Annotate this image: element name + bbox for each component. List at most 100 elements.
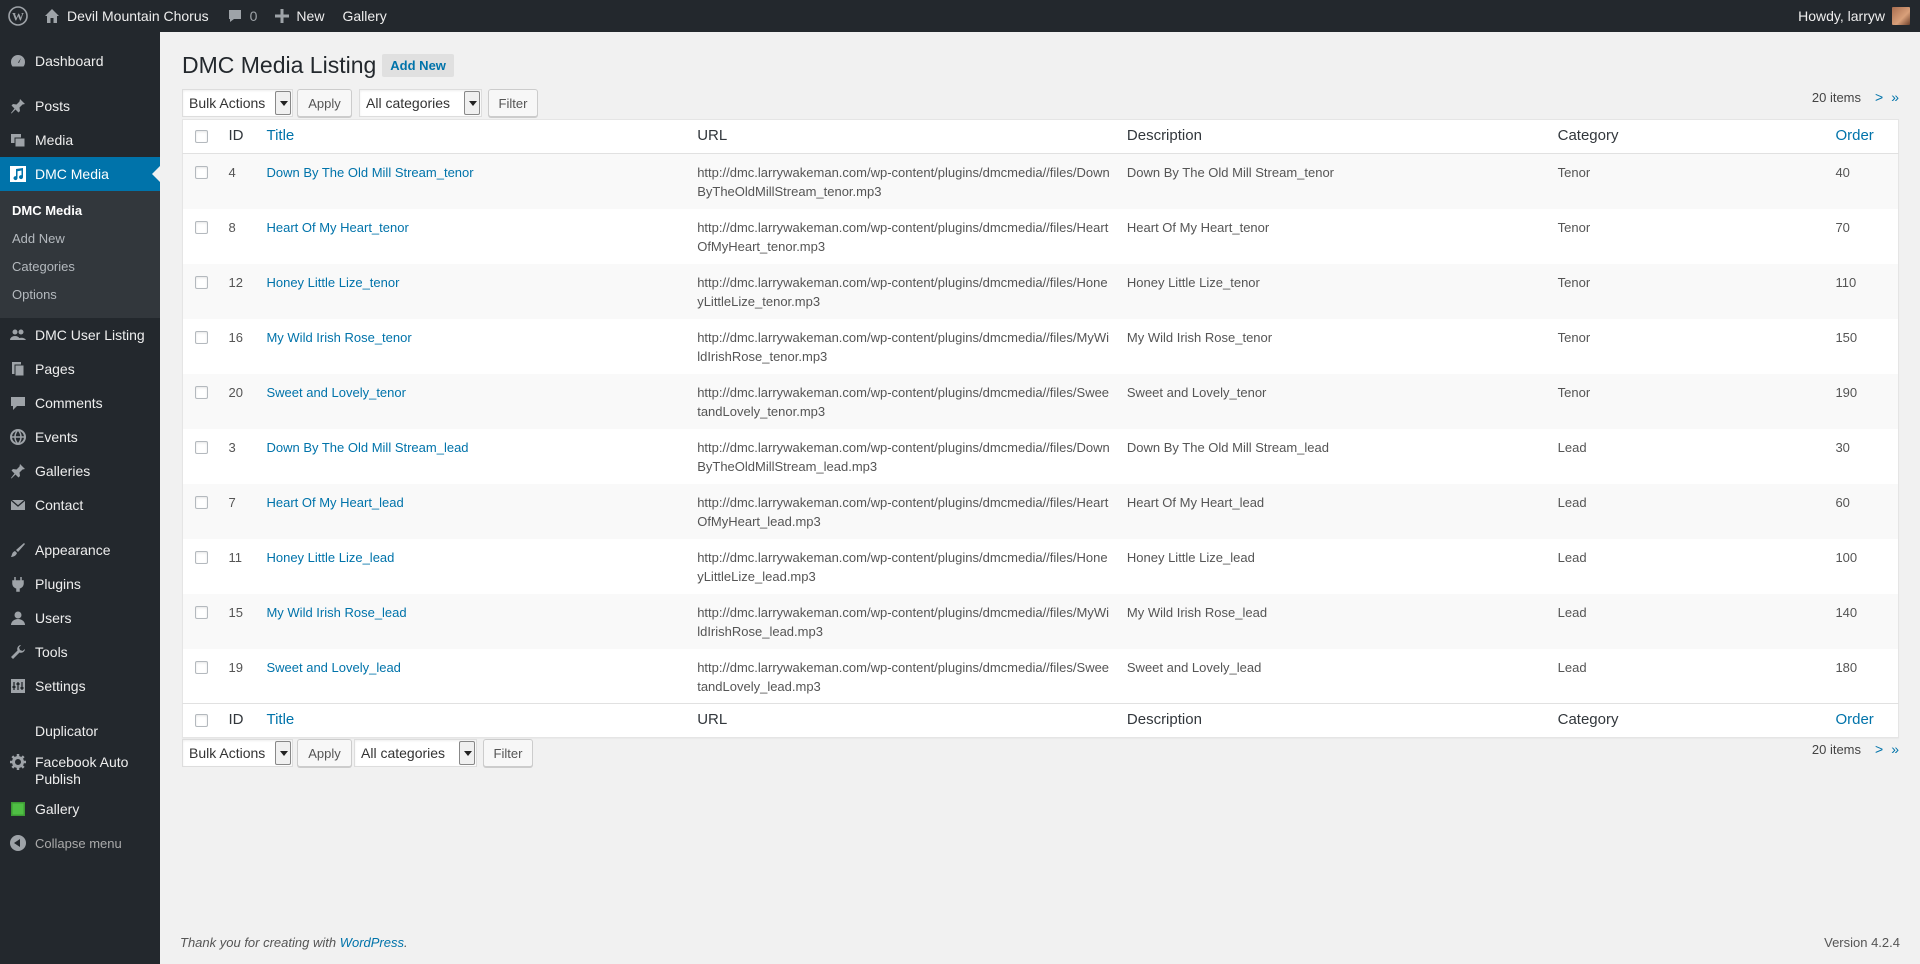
sidebar-item-label: Users: [35, 610, 72, 626]
dashboard-icon: [10, 53, 26, 69]
sidebar-item-dmc-media[interactable]: DMC Media: [0, 157, 160, 191]
wordpress-link[interactable]: WordPress: [340, 935, 404, 950]
users-icon: [10, 327, 26, 343]
collapse-menu-button[interactable]: Collapse menu: [0, 826, 160, 860]
column-header-id: ID: [228, 127, 244, 144]
sidebar-item-dashboard[interactable]: Dashboard: [0, 44, 160, 78]
row-checkbox[interactable]: [195, 495, 208, 509]
sidebar-item-gallery[interactable]: Gallery: [0, 792, 160, 826]
new-label: New: [296, 8, 325, 24]
filter-button-bottom[interactable]: Filter: [483, 739, 533, 767]
sidebar-item-comments[interactable]: Comments: [0, 386, 160, 420]
select-all-checkbox[interactable]: [195, 130, 208, 143]
sidebar-item-posts[interactable]: Posts: [0, 89, 160, 123]
cell-title-link[interactable]: Sweet and Lovely_tenor: [266, 385, 405, 400]
last-page-link[interactable]: »: [1891, 89, 1899, 105]
footer-thanks-suffix: .: [404, 935, 408, 950]
main-content: DMC Media Listing Add New Bulk Actions A…: [160, 32, 1920, 964]
cell-title-link[interactable]: Heart Of My Heart_lead: [266, 495, 403, 510]
sidebar-item-users[interactable]: Users: [0, 601, 160, 635]
select-all-cell: [183, 120, 221, 154]
sidebar-item-facebook-auto-publish[interactable]: Facebook Auto Publish: [0, 748, 160, 792]
sidebar-item-label: Dashboard: [35, 53, 104, 69]
cell-title-link[interactable]: Honey Little Lize_lead: [266, 550, 394, 565]
column-footer-title[interactable]: Title: [258, 704, 689, 738]
row-checkbox[interactable]: [195, 660, 208, 674]
cell-title-link[interactable]: My Wild Irish Rose_tenor: [266, 330, 411, 345]
cell-title-link[interactable]: Honey Little Lize_tenor: [266, 275, 399, 290]
table-row: 3 Down By The Old Mill Stream_lead http:…: [182, 428, 1899, 484]
add-new-button[interactable]: Add New: [382, 54, 454, 77]
pin-icon: [10, 463, 26, 479]
sidebar-item-media[interactable]: Media: [0, 123, 160, 157]
row-checkbox[interactable]: [195, 330, 208, 344]
category-value: All categories: [361, 745, 446, 761]
submenu-item-add-new[interactable]: Add New: [0, 226, 160, 254]
comments-link[interactable]: 0: [218, 0, 267, 32]
sidebar-item-tools[interactable]: Tools: [0, 635, 160, 669]
new-content-link[interactable]: New: [266, 0, 333, 32]
row-checkbox[interactable]: [195, 605, 208, 619]
sidebar-item-contact[interactable]: Contact: [0, 488, 160, 522]
cell-title-link[interactable]: Down By The Old Mill Stream_lead: [266, 440, 468, 455]
submenu-item-categories[interactable]: Categories: [0, 254, 160, 282]
cell-title-link[interactable]: Sweet and Lovely_lead: [266, 660, 400, 675]
bulk-actions-select-bottom[interactable]: Bulk Actions: [182, 739, 293, 767]
sidebar-item-pages[interactable]: Pages: [0, 352, 160, 386]
table-row: 4 Down By The Old Mill Stream_tenor http…: [182, 153, 1899, 209]
row-checkbox[interactable]: [195, 550, 208, 564]
howdy-text: Howdy, larryw: [1798, 8, 1885, 24]
column-header-description: Description: [1126, 127, 1202, 144]
filter-button[interactable]: Filter: [488, 89, 538, 117]
last-page-link[interactable]: »: [1891, 741, 1899, 757]
gallery-link[interactable]: Gallery: [333, 0, 395, 32]
select-all-checkbox[interactable]: [195, 714, 208, 727]
sidebar-item-appearance[interactable]: Appearance: [0, 533, 160, 567]
row-checkbox[interactable]: [195, 440, 208, 454]
sidebar-item-events[interactable]: Events: [0, 420, 160, 454]
cell-title-link[interactable]: Down By The Old Mill Stream_tenor: [266, 165, 473, 180]
cell-category: Lead: [1557, 659, 1587, 675]
cell-title-link[interactable]: Heart Of My Heart_tenor: [266, 220, 408, 235]
sidebar-item-dmc-user-listing[interactable]: DMC User Listing: [0, 318, 160, 352]
column-footer-order[interactable]: Order: [1827, 704, 1898, 738]
cell-category: Tenor: [1557, 274, 1591, 290]
apply-button[interactable]: Apply: [297, 89, 352, 117]
row-checkbox[interactable]: [195, 220, 208, 234]
category-value: All categories: [366, 95, 451, 111]
submenu-item-options[interactable]: Options: [0, 282, 160, 310]
items-count: 20 items: [1811, 741, 1862, 757]
sidebar-item-label: Events: [35, 429, 78, 445]
row-checkbox[interactable]: [195, 275, 208, 289]
sidebar-item-duplicator[interactable]: Duplicator: [0, 714, 160, 748]
next-page-link[interactable]: >: [1875, 741, 1883, 757]
cell-description: Honey Little Lize_tenor: [1126, 274, 1260, 290]
bulk-actions-select[interactable]: Bulk Actions: [182, 89, 293, 117]
user-icon: [10, 610, 26, 626]
wordpress-logo-icon[interactable]: W: [0, 0, 35, 32]
column-footer-id: ID: [228, 711, 244, 728]
cell-title-link[interactable]: My Wild Irish Rose_lead: [266, 605, 406, 620]
column-header-title[interactable]: Title: [258, 120, 689, 154]
site-name-link[interactable]: Devil Mountain Chorus: [35, 0, 218, 32]
apply-button-bottom[interactable]: Apply: [297, 739, 352, 767]
cell-description: Down By The Old Mill Stream_lead: [1126, 439, 1329, 455]
sidebar-item-settings[interactable]: Settings: [0, 669, 160, 703]
cell-description: Heart Of My Heart_tenor: [1126, 219, 1270, 235]
category-select-bottom[interactable]: All categories: [354, 739, 477, 767]
row-checkbox[interactable]: [195, 166, 208, 179]
row-checkbox[interactable]: [195, 385, 208, 399]
cell-id: 4: [228, 165, 236, 180]
column-header-order[interactable]: Order: [1827, 120, 1898, 154]
wrench-icon: [10, 644, 26, 660]
category-select[interactable]: All categories: [359, 89, 482, 117]
sidebar-item-galleries[interactable]: Galleries: [0, 454, 160, 488]
cell-url: http://dmc.larrywakeman.com/wp-content/p…: [697, 329, 1110, 364]
collapse-arrow-icon: [10, 835, 26, 851]
submenu-item-dmc-media[interactable]: DMC Media: [0, 198, 160, 226]
next-page-link[interactable]: >: [1875, 89, 1883, 105]
my-account-link[interactable]: Howdy, larryw: [1789, 0, 1920, 32]
cell-url: http://dmc.larrywakeman.com/wp-content/p…: [697, 549, 1108, 584]
table-row: 20 Sweet and Lovely_tenor http://dmc.lar…: [182, 373, 1899, 429]
sidebar-item-plugins[interactable]: Plugins: [0, 567, 160, 601]
